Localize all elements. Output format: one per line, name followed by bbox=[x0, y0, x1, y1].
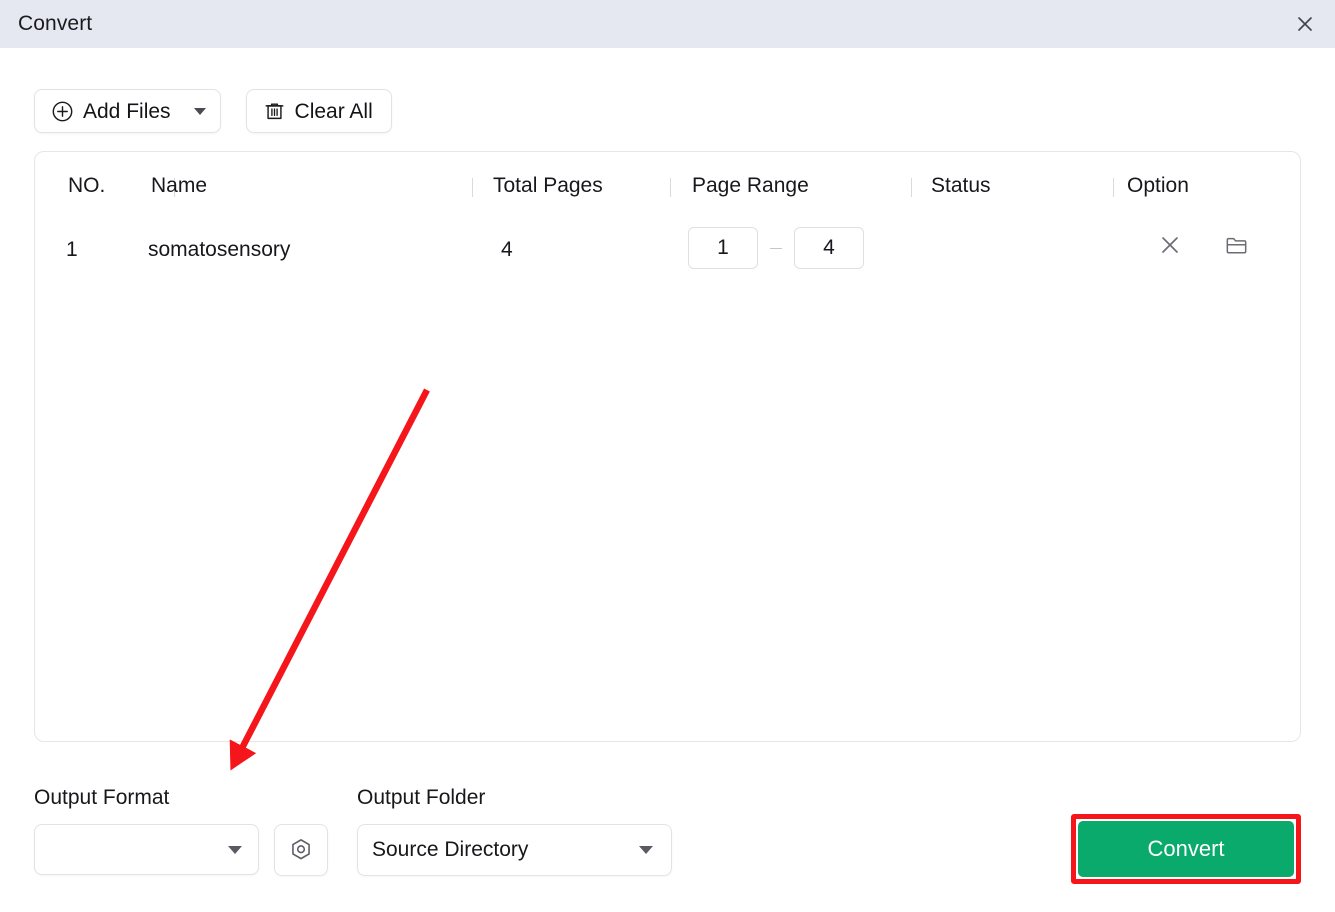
page-range-to-input[interactable]: 4 bbox=[794, 227, 864, 269]
add-files-label: Add Files bbox=[83, 99, 171, 123]
cell-total-pages: 4 bbox=[501, 238, 513, 261]
table-row[interactable]: 1 somatosensory 4 1 4 bbox=[35, 224, 1300, 294]
file-list-panel: NO. Name Total Pages Page Range Status O… bbox=[34, 151, 1301, 742]
clear-all-button[interactable]: Clear All bbox=[245, 89, 392, 133]
remove-file-button[interactable] bbox=[1155, 230, 1185, 260]
convert-dialog: Convert Add Files Clear All NO. Name Tot… bbox=[0, 0, 1335, 912]
folder-icon bbox=[1226, 237, 1246, 254]
close-icon bbox=[1162, 237, 1178, 253]
column-divider bbox=[911, 178, 912, 197]
column-header-option: Option bbox=[1127, 174, 1189, 197]
output-format-settings-button[interactable] bbox=[274, 824, 328, 876]
open-folder-button[interactable] bbox=[1221, 230, 1251, 260]
column-divider bbox=[1113, 178, 1114, 197]
column-header-page-range: Page Range bbox=[692, 174, 809, 197]
add-files-button[interactable]: Add Files bbox=[34, 89, 221, 133]
trash-icon bbox=[265, 102, 284, 119]
close-icon bbox=[1298, 17, 1312, 31]
output-folder-label: Output Folder bbox=[357, 786, 486, 809]
column-header-name: Name bbox=[151, 174, 208, 197]
chevron-down-icon[interactable] bbox=[193, 107, 206, 115]
page-range-from-input[interactable]: 1 bbox=[688, 227, 758, 269]
column-header-status: Status bbox=[931, 174, 991, 197]
row-option-icons bbox=[1155, 230, 1251, 260]
chevron-down-icon bbox=[639, 846, 653, 854]
output-format-select[interactable] bbox=[34, 824, 259, 875]
convert-button[interactable]: Convert bbox=[1078, 821, 1294, 877]
hex-nut-settings-icon bbox=[292, 839, 310, 860]
page-range-separator bbox=[770, 247, 782, 249]
cell-no: 1 bbox=[66, 238, 78, 261]
page-range-controls: 1 4 bbox=[688, 227, 864, 269]
close-window-button[interactable] bbox=[1289, 8, 1321, 40]
chevron-down-icon bbox=[228, 845, 242, 854]
window-title: Convert bbox=[18, 12, 93, 35]
output-folder-value: Source Directory bbox=[372, 838, 529, 861]
column-header-total-pages: Total Pages bbox=[493, 174, 603, 197]
window-titlebar: Convert bbox=[0, 0, 1335, 48]
output-format-label: Output Format bbox=[34, 786, 170, 809]
plus-circle-icon bbox=[52, 101, 73, 121]
file-table-header: NO. Name Total Pages Page Range Status O… bbox=[35, 152, 1300, 224]
column-divider bbox=[670, 178, 671, 197]
file-toolbar: Add Files Clear All bbox=[34, 89, 392, 133]
column-divider bbox=[472, 178, 473, 197]
clear-all-label: Clear All bbox=[294, 99, 373, 123]
column-header-no: NO. bbox=[68, 174, 106, 197]
cell-name: somatosensory bbox=[148, 238, 291, 261]
output-folder-select[interactable]: Source Directory bbox=[357, 824, 672, 876]
